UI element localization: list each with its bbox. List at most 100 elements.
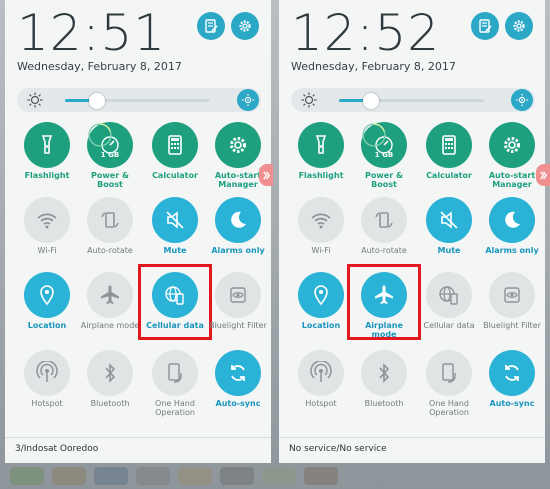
- tile-mute[interactable]: Mute: [143, 197, 207, 255]
- tile-one-hand-operation[interactable]: One Hand Operation: [143, 350, 207, 417]
- tile-alarms-only[interactable]: Alarms only: [480, 197, 544, 255]
- tile-button[interactable]: [426, 122, 472, 168]
- clock: 12:51: [17, 4, 167, 62]
- settings-button[interactable]: [231, 12, 259, 40]
- moon-icon: [505, 211, 520, 228]
- tile-button[interactable]: [489, 197, 535, 243]
- tile-label: Location: [301, 321, 341, 330]
- brightness-thumb[interactable]: [362, 93, 379, 109]
- tile-wi-fi[interactable]: Wi-Fi: [289, 197, 353, 255]
- tile-mute[interactable]: Mute: [417, 197, 481, 255]
- tile-button[interactable]: [489, 350, 535, 396]
- location-icon: [40, 285, 54, 306]
- brightness-slider[interactable]: [65, 93, 210, 109]
- tile-bluetooth[interactable]: Bluetooth: [78, 350, 142, 408]
- tile-button[interactable]: [298, 122, 344, 168]
- tile-button[interactable]: [298, 272, 344, 318]
- tile-auto-sync[interactable]: Auto-sync: [480, 350, 544, 408]
- tile-button[interactable]: [426, 272, 472, 318]
- calculator-icon: [442, 135, 456, 155]
- edit-notes-button[interactable]: [197, 12, 225, 40]
- tile-button[interactable]: [215, 350, 261, 396]
- eye-icon: [504, 287, 520, 303]
- tile-label: Mute: [437, 246, 461, 255]
- tile-auto-start-manager[interactable]: Auto-start Manager: [480, 122, 544, 189]
- tile-location[interactable]: Location: [289, 272, 353, 330]
- tile-button[interactable]: [215, 122, 261, 168]
- tile-flashlight[interactable]: Flashlight: [15, 122, 79, 180]
- tile-button[interactable]: [152, 197, 198, 243]
- one-hand-icon: [168, 363, 182, 383]
- collapse-handle[interactable]: [536, 164, 550, 186]
- tile-alarms-only[interactable]: Alarms only: [206, 197, 270, 255]
- tile-button[interactable]: [361, 197, 407, 243]
- tile-button[interactable]: [489, 122, 535, 168]
- tile-button[interactable]: [426, 197, 472, 243]
- tile-label: Auto-start Manager: [488, 171, 536, 189]
- tile-button[interactable]: [87, 350, 133, 396]
- tile-location[interactable]: Location: [15, 272, 79, 330]
- tile-hotspot[interactable]: Hotspot: [289, 350, 353, 408]
- rotate-icon: [375, 212, 393, 228]
- tile-button[interactable]: 1 GB: [361, 122, 407, 168]
- tile-button[interactable]: [24, 197, 70, 243]
- gear-icon: [230, 137, 246, 153]
- tile-button[interactable]: [298, 350, 344, 396]
- tile-bluelight-filter[interactable]: Bluelight Filter: [480, 272, 544, 330]
- brightness-row: A: [17, 88, 261, 112]
- auto-brightness-button[interactable]: A: [237, 89, 259, 111]
- auto-brightness-icon: A: [241, 93, 255, 107]
- mute-icon: [166, 211, 184, 229]
- tile-one-hand-operation[interactable]: One Hand Operation: [417, 350, 481, 417]
- tile-button[interactable]: [298, 197, 344, 243]
- highlight-box: [347, 264, 421, 340]
- tile-button[interactable]: [87, 197, 133, 243]
- mute-icon: [440, 211, 458, 229]
- tile-bluelight-filter[interactable]: Bluelight Filter: [206, 272, 270, 330]
- tile-label: Auto-rotate: [87, 246, 133, 255]
- tile-bluetooth[interactable]: Bluetooth: [352, 350, 416, 408]
- tile-auto-rotate[interactable]: Auto-rotate: [352, 197, 416, 255]
- screenshot-comparison: 12:51 Wednesday, February 8, 2017 A Flas…: [0, 0, 550, 489]
- edit-notes-button[interactable]: [471, 12, 499, 40]
- tile-button[interactable]: [152, 350, 198, 396]
- tile-wi-fi[interactable]: Wi-Fi: [15, 197, 79, 255]
- tile-hotspot[interactable]: Hotspot: [15, 350, 79, 408]
- edit-icon: [205, 19, 218, 33]
- eye-icon: [230, 287, 246, 303]
- tile-label: Cellular data: [423, 321, 475, 330]
- tile-button[interactable]: [24, 350, 70, 396]
- tile-button[interactable]: [24, 122, 70, 168]
- tile-label: Bluetooth: [90, 399, 130, 408]
- sync-icon: [231, 365, 245, 381]
- brightness-slider[interactable]: [339, 93, 484, 109]
- tile-button[interactable]: [489, 272, 535, 318]
- tile-calculator[interactable]: Calculator: [417, 122, 481, 180]
- collapse-handle[interactable]: [259, 164, 273, 186]
- tile-power-boost[interactable]: 1 GB Power & Boost: [352, 122, 416, 189]
- tile-auto-rotate[interactable]: Auto-rotate: [78, 197, 142, 255]
- tile-label: One Hand Operation: [155, 399, 195, 417]
- tile-button[interactable]: [24, 272, 70, 318]
- svg-text:A: A: [521, 98, 524, 104]
- tile-button[interactable]: [215, 197, 261, 243]
- tile-label: Alarms only: [211, 246, 265, 255]
- brightness-thumb[interactable]: [88, 93, 105, 109]
- auto-brightness-button[interactable]: A: [511, 89, 533, 111]
- tile-button[interactable]: [215, 272, 261, 318]
- tile-power-boost[interactable]: 1 GB Power & Boost: [78, 122, 142, 189]
- tile-button[interactable]: [361, 350, 407, 396]
- tile-button[interactable]: 1 GB: [87, 122, 133, 168]
- tile-auto-sync[interactable]: Auto-sync: [206, 350, 270, 408]
- tile-label: Alarms only: [485, 246, 539, 255]
- tile-button[interactable]: [152, 122, 198, 168]
- tile-airplane-mode[interactable]: Airplane mode: [78, 272, 142, 330]
- date-label: Wednesday, February 8, 2017: [17, 60, 182, 73]
- tile-calculator[interactable]: Calculator: [143, 122, 207, 180]
- settings-button[interactable]: [505, 12, 533, 40]
- tile-cellular-data[interactable]: Cellular data: [417, 272, 481, 330]
- tile-button[interactable]: [87, 272, 133, 318]
- tile-flashlight[interactable]: Flashlight: [289, 122, 353, 180]
- tile-button[interactable]: [426, 350, 472, 396]
- tile-label: Auto-sync: [215, 399, 261, 408]
